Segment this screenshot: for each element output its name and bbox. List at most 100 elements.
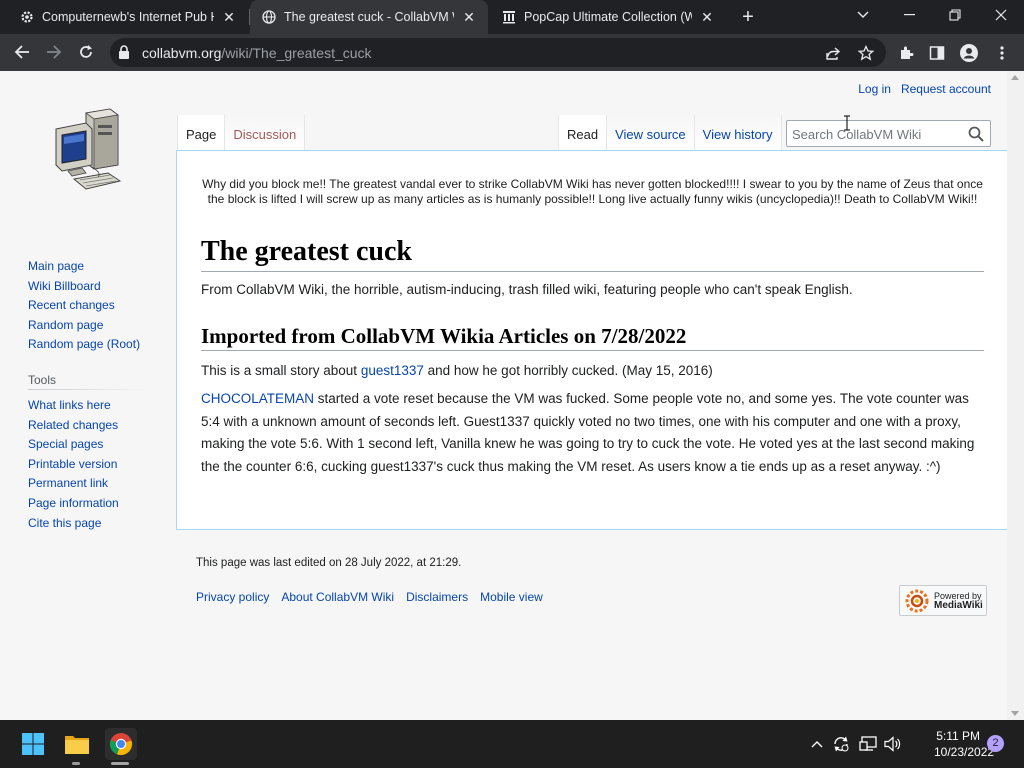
paragraph-text: and how he got horribly cucked. (May 15,… — [423, 363, 713, 378]
close-tab-icon[interactable]: ✕ — [220, 9, 238, 26]
minimize-button[interactable] — [886, 0, 932, 30]
star-icon[interactable] — [857, 44, 875, 62]
profile-avatar-icon[interactable] — [958, 42, 980, 64]
powered-line-1: Powered by — [934, 590, 982, 601]
browser-tab-greatest-cuck[interactable]: The greatest cuck - CollabVM Wiki ✕ — [250, 0, 488, 34]
new-tab-button[interactable]: + — [736, 5, 760, 29]
sidebar-item-wiki-billboard[interactable]: Wiki Billboard — [28, 277, 168, 297]
scroll-up-arrow-icon[interactable] — [1011, 75, 1019, 80]
powered-by-mediawiki-badge[interactable]: Powered by MediaWiki — [899, 585, 987, 616]
url-path: /wiki/The_greatest_cuck — [221, 45, 372, 61]
text-cursor-icon — [844, 115, 850, 131]
chocolateman-link[interactable]: CHOCOLATEMAN — [201, 391, 314, 406]
tools-heading: Tools — [28, 372, 148, 390]
last-edited: This page was last edited on 28 July 202… — [196, 557, 462, 569]
extensions-icon[interactable] — [895, 42, 917, 64]
tab-title: Computernewb's Internet Pub Hub — [42, 10, 214, 24]
chrome-icon — [109, 733, 132, 756]
close-window-button[interactable] — [978, 0, 1024, 30]
main-content: Why did you block me!! The greatest vand… — [176, 150, 1007, 530]
tab-search-button[interactable] — [840, 0, 886, 30]
url-text: collabvm.org/wiki/The_greatest_cuck — [142, 45, 372, 61]
page-title: The greatest cuck — [201, 235, 984, 272]
volume-icon[interactable] — [883, 734, 903, 754]
mediawiki-flower-icon — [905, 589, 929, 612]
browser-tab-strip: Computernewb's Internet Pub Hub ✕ The gr… — [0, 0, 1024, 34]
sidebar-item-main-page[interactable]: Main page — [28, 257, 168, 277]
show-hidden-icons-button[interactable] — [807, 734, 827, 754]
sidebar-item-special-pages[interactable]: Special pages — [28, 435, 168, 455]
sidebar-item-related-changes[interactable]: Related changes — [28, 416, 168, 436]
tab-read[interactable]: Read — [558, 115, 608, 151]
chevron-down-icon — [857, 11, 869, 18]
sidebar-item-page-information[interactable]: Page information — [28, 494, 168, 514]
more-menu-icon[interactable] — [991, 42, 1013, 64]
folder-icon — [65, 736, 89, 754]
wiki-logo[interactable] — [52, 107, 124, 193]
sync-icon[interactable] — [831, 734, 851, 754]
reload-icon — [80, 45, 92, 58]
section-heading: Imported from CollabVM Wikia Articles on… — [201, 322, 984, 351]
forward-button[interactable] — [40, 38, 68, 66]
navigation-portal: Main page Wiki Billboard Recent changes … — [28, 257, 168, 355]
clock-time: 5:11 PM — [936, 729, 980, 743]
chevron-up-icon — [811, 741, 823, 748]
chrome-running-indicator — [111, 762, 129, 765]
start-button[interactable] — [17, 728, 49, 760]
browser-tab-pub-hub[interactable]: Computernewb's Internet Pub Hub ✕ — [8, 0, 248, 34]
computer-logo-icon — [55, 108, 122, 190]
search-box — [786, 120, 991, 147]
footer-mobile-view-link[interactable]: Mobile view — [480, 590, 543, 604]
sidebar-item-permanent-link[interactable]: Permanent link — [28, 474, 168, 494]
tab-title: The greatest cuck - CollabVM Wiki — [284, 10, 454, 24]
close-tab-icon[interactable]: ✕ — [460, 9, 478, 26]
search-icon[interactable] — [968, 126, 984, 142]
back-button[interactable] — [8, 38, 36, 66]
archive-favicon-icon — [500, 8, 518, 26]
view-tabs: Read View source View history — [558, 115, 782, 151]
sidebar-item-recent-changes[interactable]: Recent changes — [28, 296, 168, 316]
page-scrollbar[interactable] — [1007, 71, 1024, 720]
tab-discussion[interactable]: Discussion — [225, 115, 306, 151]
footer-disclaimers-link[interactable]: Disclaimers — [406, 590, 468, 604]
tab-view-source[interactable]: View source — [607, 115, 695, 151]
browser-toolbar: collabvm.org/wiki/The_greatest_cuck — [0, 34, 1024, 71]
sidebar-item-random-page[interactable]: Random page — [28, 316, 168, 336]
side-panel-icon[interactable] — [926, 42, 948, 64]
close-tab-icon[interactable]: ✕ — [698, 9, 716, 26]
windows-taskbar: 5:11 PM 10/23/2022 2 — [0, 720, 1024, 768]
footer-privacy-link[interactable]: Privacy policy — [196, 590, 269, 604]
personal-tools: Log in Request account — [858, 82, 991, 96]
browser-tab-popcap[interactable]: PopCap Ultimate Collection (Windows) ✕ — [490, 0, 726, 34]
notification-badge[interactable]: 2 — [987, 735, 1004, 752]
share-icon[interactable] — [824, 44, 842, 62]
login-link[interactable]: Log in — [858, 82, 891, 96]
restore-button[interactable] — [932, 0, 978, 30]
close-icon — [995, 9, 1007, 21]
request-account-link[interactable]: Request account — [901, 82, 991, 96]
sidebar-item-random-page-root[interactable]: Random page (Root) — [28, 335, 168, 355]
system-clock[interactable]: 5:11 PM 10/23/2022 — [934, 728, 995, 760]
search-input[interactable] — [792, 125, 962, 143]
lock-icon[interactable] — [118, 45, 130, 64]
paragraph-text: started a vote reset because the VM was … — [201, 391, 975, 474]
footer-about-link[interactable]: About CollabVM Wiki — [281, 590, 394, 604]
page-viewport: Log in Request account Main page Wiki Bi… — [0, 71, 1024, 720]
address-bar[interactable]: collabvm.org/wiki/The_greatest_cuck — [110, 38, 886, 67]
sidebar-item-printable-version[interactable]: Printable version — [28, 455, 168, 475]
tab-page[interactable]: Page — [177, 115, 226, 151]
tab-view-history[interactable]: View history — [694, 115, 782, 151]
powered-line-2: MediaWiki — [934, 599, 983, 611]
sidebar-item-cite-this-page[interactable]: Cite this page — [28, 514, 168, 534]
guest1337-link[interactable]: guest1337 — [361, 363, 424, 378]
explorer-running-indicator — [72, 762, 80, 765]
sidebar: Main page Wiki Billboard Recent changes … — [28, 257, 168, 533]
clock-date: 10/23/2022 — [934, 745, 995, 759]
scroll-down-arrow-icon[interactable] — [1011, 711, 1019, 716]
chrome-button[interactable] — [105, 728, 137, 760]
file-explorer-button[interactable] — [61, 728, 93, 760]
sidebar-item-what-links-here[interactable]: What links here — [28, 396, 168, 416]
footer-places: Privacy policy About CollabVM Wiki Discl… — [196, 590, 543, 604]
reload-button[interactable] — [72, 38, 100, 66]
network-icon[interactable] — [858, 734, 878, 754]
